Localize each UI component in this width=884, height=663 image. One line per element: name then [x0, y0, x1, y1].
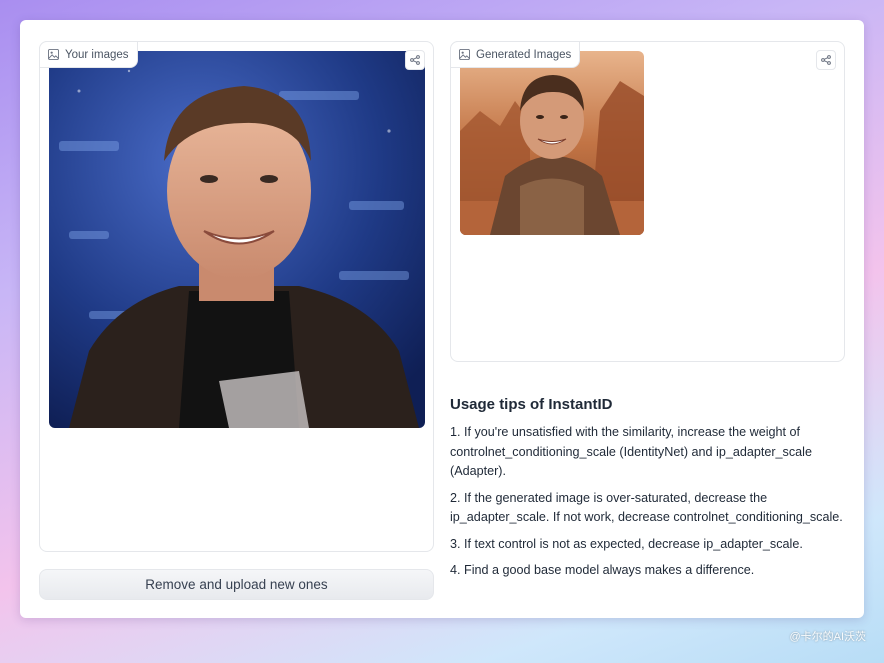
tips-title: Usage tips of InstantID: [450, 396, 613, 413]
input-panel-title: Your images: [65, 48, 129, 61]
output-panel-title: Generated Images: [476, 48, 572, 61]
watermark: @卡尔的AI沃茨: [789, 631, 866, 643]
input-image-panel[interactable]: Your images: [39, 41, 434, 552]
usage-tips: Usage tips of InstantID 1. If you're uns…: [450, 396, 850, 588]
generated-images-panel[interactable]: Generated Images: [450, 41, 845, 362]
tip-item: 2. If the generated image is over-satura…: [450, 490, 843, 525]
uploaded-photo[interactable]: [49, 51, 425, 428]
main-card: Your images Generated Images Remove and …: [20, 20, 864, 618]
output-panel-label: Generated Images: [450, 41, 581, 68]
image-icon: [48, 49, 59, 60]
input-panel-label: Your images: [39, 41, 138, 68]
share-icon: [821, 55, 831, 65]
tip-item: 4. Find a good base model always makes a…: [450, 563, 755, 577]
input-share-button[interactable]: [405, 50, 425, 70]
output-share-button[interactable]: [816, 50, 836, 70]
tip-item: 1. If you're unsatisfied with the simila…: [450, 425, 812, 478]
image-icon: [459, 49, 470, 60]
remove-and-upload-button[interactable]: Remove and upload new ones: [39, 569, 434, 600]
tips-list: 1. If you're unsatisfied with the simila…: [450, 423, 850, 581]
generated-photo[interactable]: [460, 51, 644, 235]
tip-item: 3. If text control is not as expected, d…: [450, 536, 803, 551]
share-icon: [410, 55, 420, 65]
